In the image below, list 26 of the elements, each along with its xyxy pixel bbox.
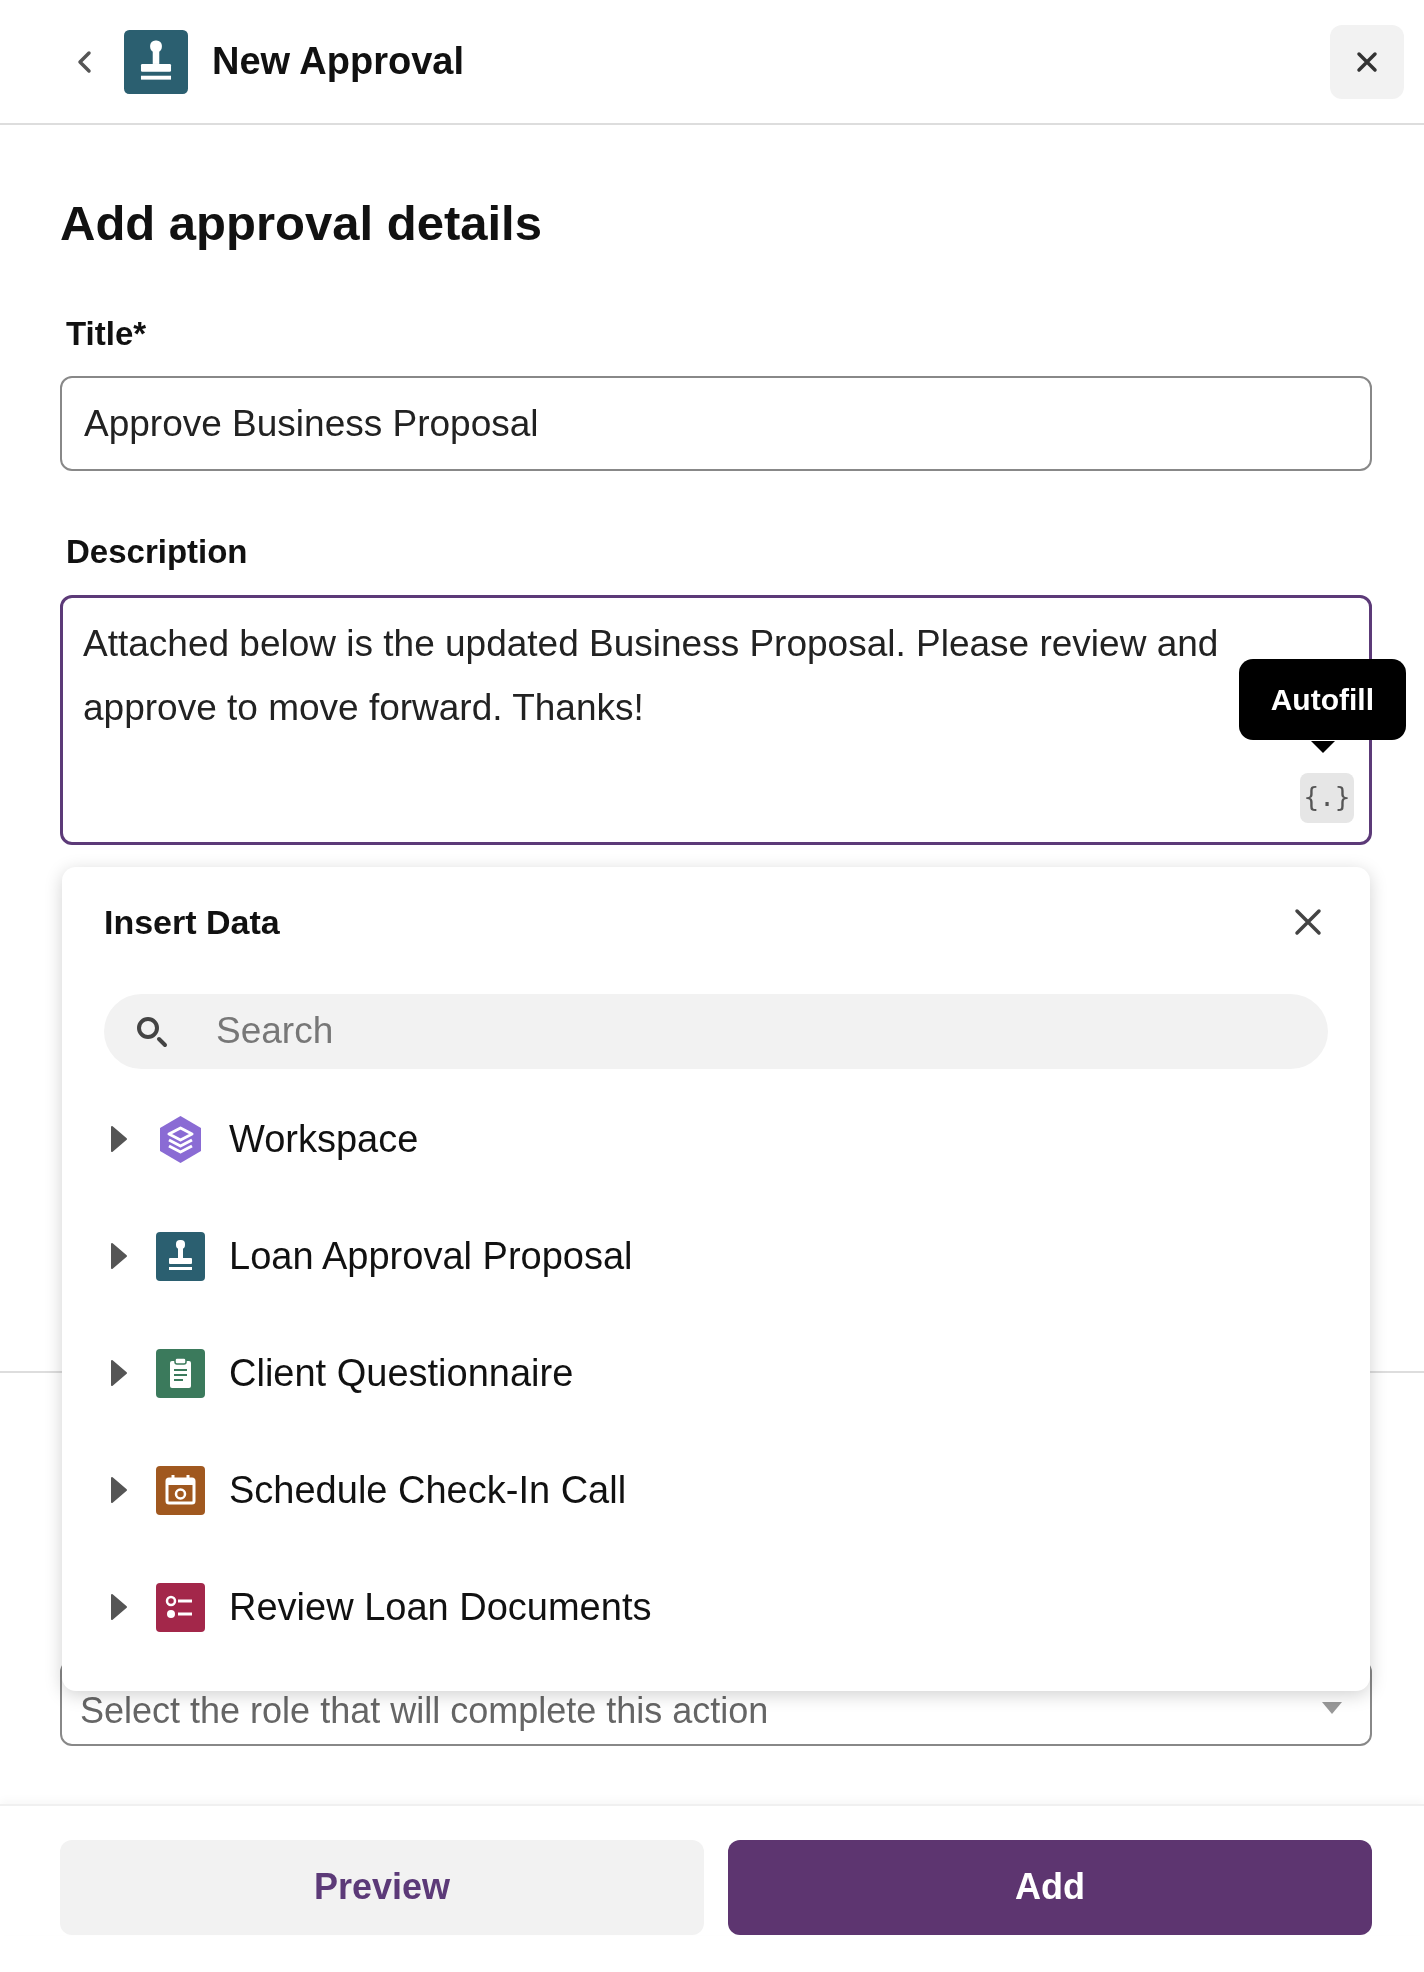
data-source-item[interactable]: Schedule Check-In Call <box>104 1431 1328 1549</box>
search-field[interactable]: Search <box>104 993 1328 1069</box>
tooltip: Autofill <box>1238 658 1406 740</box>
expand-icon[interactable] <box>110 1593 128 1621</box>
title-field[interactable]: Approve Business Proposal <box>60 376 1372 471</box>
data-source-item[interactable]: Client Questionnaire <box>104 1314 1328 1432</box>
close-button[interactable] <box>1330 24 1404 99</box>
panel-title: New Approval <box>212 39 465 84</box>
field-label: Title* <box>66 313 148 354</box>
expand-icon[interactable] <box>110 1125 128 1153</box>
data-source-item[interactable]: Workspace <box>104 1080 1328 1198</box>
data-source-item[interactable]: Loan Approval Proposal <box>104 1197 1328 1315</box>
stamp-icon <box>124 29 188 94</box>
caret-icon <box>1322 1701 1342 1714</box>
add-button[interactable]: Add <box>728 1839 1372 1935</box>
tooltip-arrow-icon <box>1311 740 1335 753</box>
expand-icon[interactable] <box>110 1242 128 1270</box>
section-heading: Add approval details <box>60 195 543 252</box>
expand-icon[interactable] <box>110 1359 128 1387</box>
close-icon <box>1355 49 1379 74</box>
popup-title: Insert Data <box>104 901 280 943</box>
preview-button[interactable]: Preview <box>60 1839 704 1935</box>
expand-icon[interactable] <box>110 1476 128 1504</box>
field-label: Description <box>66 532 249 572</box>
close-icon <box>1294 908 1322 936</box>
autofill-button[interactable]: {.} <box>1300 772 1354 823</box>
